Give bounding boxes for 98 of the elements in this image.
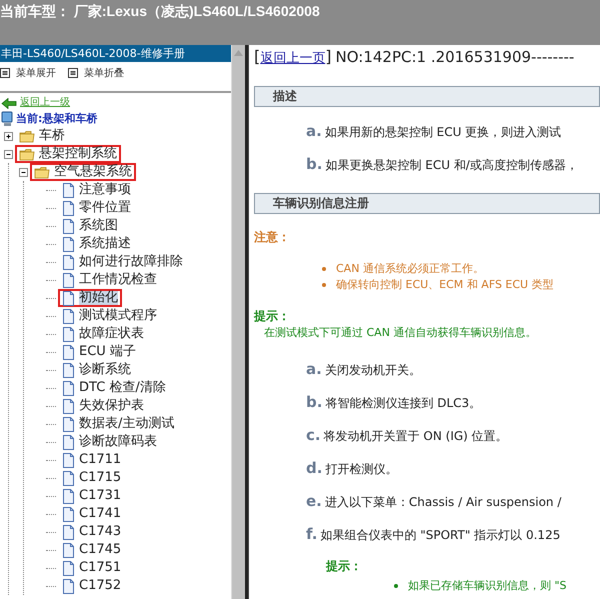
tree-item[interactable]: C1711: [58, 451, 126, 469]
step-text: 打开检测仪。: [325, 461, 398, 478]
page-icon: [62, 524, 75, 540]
hint-text: 在测试模式下可通过 CAN 通信自动获得车辆识别信息。: [264, 325, 538, 340]
header-title: 当前车型： 厂家:Lexus（凌志)LS460L/LS4602008: [0, 3, 320, 19]
page-icon: [62, 182, 75, 198]
page-icon: [62, 236, 75, 252]
bullet-icon: [322, 267, 326, 271]
bracket: [: [254, 47, 260, 66]
tree-item[interactable]: 系统描述: [58, 235, 135, 253]
step-text: 如果更换悬架控制 ECU 和/或高度控制传感器，: [325, 157, 578, 174]
step-letter: d.: [306, 459, 322, 477]
tree-item[interactable]: 如何进行故障排除: [58, 253, 187, 271]
tree-item[interactable]: DTC 检查/清除: [58, 379, 170, 397]
step-text: 关闭发动机开关。: [324, 362, 421, 379]
tree-item[interactable]: C1743: [58, 523, 126, 541]
bullet-icon: [394, 584, 398, 588]
list-icon: [0, 68, 10, 78]
page-icon: [62, 344, 75, 360]
step-letter: a.: [306, 360, 322, 378]
back-link[interactable]: 返回上一页: [260, 49, 326, 67]
page-icon: [62, 380, 75, 396]
folder-icon: [19, 129, 35, 143]
step-text: 如果用新的悬架控制 ECU 更换，则进入测试: [324, 124, 562, 141]
page-icon: [62, 488, 75, 504]
tree-item[interactable]: 诊断故障码表: [58, 433, 161, 451]
menu-button[interactable]: 菜单折叠: [68, 66, 124, 80]
bullet-icon: [322, 283, 326, 287]
expand-icon[interactable]: [4, 132, 13, 140]
tree-item[interactable]: C1715: [58, 469, 126, 487]
caution-text: 确保转向控制 ECU、ECM 和 AFS ECU 类型: [336, 277, 554, 293]
page-icon: [62, 254, 75, 270]
section-heading: 描述: [254, 86, 600, 107]
tree-item[interactable]: C1741: [58, 505, 126, 523]
step-letter: b.: [306, 155, 322, 173]
page-icon: [62, 452, 75, 468]
page-icon: [62, 290, 75, 306]
tree-item[interactable]: 诊断系统: [58, 361, 135, 379]
collapse-icon[interactable]: [4, 150, 13, 158]
document-id: NO:142PC:1 .2016531909--------: [336, 48, 574, 66]
hint-text: 如果已存储车辆识别信息，则 "S: [408, 578, 567, 594]
page-icon: [62, 272, 75, 288]
tree-item[interactable]: C1751: [58, 559, 126, 577]
page-icon: [62, 218, 75, 234]
list-icon: [68, 68, 78, 78]
left-arrow-icon: [1, 98, 17, 109]
current-category: 当前:悬架和车桥: [16, 111, 98, 126]
section-heading: 车辆识别信息注册: [254, 193, 600, 214]
page-icon: [62, 578, 75, 594]
tree-item[interactable]: 工作情况检查: [58, 271, 161, 289]
tree-item[interactable]: 故障症状表: [58, 325, 148, 343]
tree-item[interactable]: 初始化: [58, 289, 122, 307]
scrollbar[interactable]: [231, 45, 245, 599]
tree-item[interactable]: C1731: [58, 487, 126, 505]
folder-icon: [34, 165, 50, 179]
hint-title: 提示：: [254, 308, 291, 325]
step-text: 将发动机开关置于 ON (IG) 位置。: [324, 428, 508, 445]
page-icon: [62, 326, 75, 342]
tree-item[interactable]: 车桥: [15, 127, 69, 145]
collapse-icon[interactable]: [19, 168, 28, 176]
tree-item[interactable]: 悬架控制系统: [15, 145, 121, 163]
tree-item[interactable]: 失效保护表: [58, 397, 148, 415]
page-icon: [62, 560, 75, 576]
tree-item[interactable]: 测试模式程序: [58, 307, 161, 325]
caution-title: 注意：: [254, 229, 291, 246]
folder-icon: [19, 147, 35, 161]
page-icon: [62, 308, 75, 324]
step-letter: e.: [306, 492, 322, 510]
page-icon: [62, 542, 75, 558]
page-icon: [62, 506, 75, 522]
tree-item[interactable]: 空气悬架系统: [30, 163, 136, 181]
step-letter: c.: [306, 426, 321, 444]
tree-item[interactable]: 零件位置: [58, 199, 135, 217]
back-link[interactable]: 返回上一级: [20, 94, 70, 108]
page-icon: [62, 362, 75, 378]
step-letter: f.: [306, 525, 318, 543]
tree-item[interactable]: C1752: [58, 577, 126, 595]
tree-item[interactable]: 注意事项: [58, 181, 135, 199]
page-icon: [62, 398, 75, 414]
tree-item[interactable]: C1745: [58, 541, 126, 559]
menu-button[interactable]: 菜单展开: [0, 66, 56, 80]
step-text: 如果组合仪表中的 "SPORT" 指示灯以 0.125: [320, 527, 560, 544]
step-text: 进入以下菜单：Chassis / Air suspension /: [324, 494, 562, 511]
page-icon: [62, 416, 75, 432]
page-icon: [62, 200, 75, 216]
page-icon: [62, 470, 75, 486]
computer-icon: [1, 110, 13, 126]
tree-item[interactable]: ECU 端子: [58, 343, 140, 361]
step-text: 将智能检测仪连接到 DLC3。: [325, 395, 482, 412]
step-letter: a.: [306, 122, 322, 140]
tree-item[interactable]: 数据表/主动测试: [58, 415, 178, 433]
step-letter: b.: [306, 393, 322, 411]
hint-title: 提示：: [326, 558, 363, 575]
bracket: ]: [325, 47, 332, 66]
caution-text: CAN 通信系统必须正常工作。: [336, 261, 484, 277]
page-icon: [62, 434, 75, 450]
manual-title: 丰田-LS460/LS460L-2008-维修手册: [1, 47, 185, 60]
tree-item[interactable]: 系统图: [58, 217, 122, 235]
